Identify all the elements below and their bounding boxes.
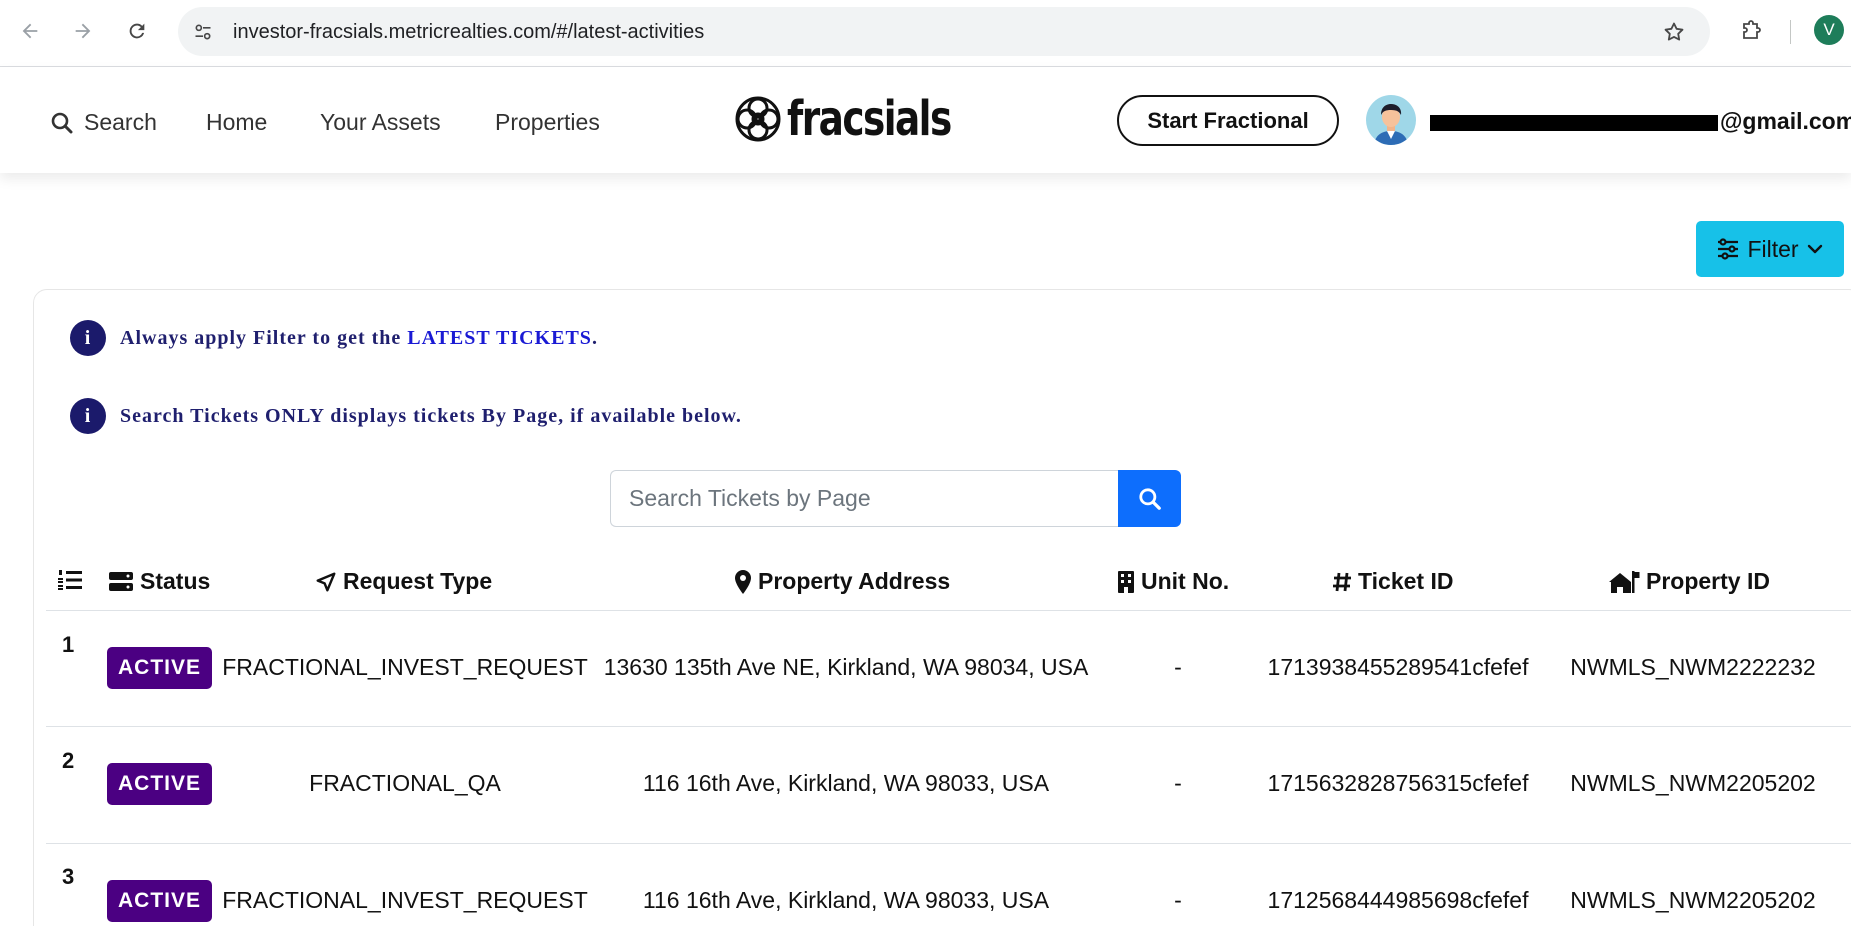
user-avatar[interactable] [1366, 95, 1416, 145]
site-info-icon[interactable] [190, 19, 216, 45]
start-fractional-button[interactable]: Start Fractional [1117, 95, 1339, 146]
server-icon [109, 571, 133, 591]
request-type-cell: FRACTIONAL_INVEST_REQUEST [222, 887, 588, 913]
address-cell: 116 16th Ave, Kirkland, WA 98033, USA [642, 887, 1050, 913]
column-unit-no[interactable]: Unit No. [1117, 568, 1229, 595]
numbered-list-icon [58, 570, 82, 590]
nav-search-label: Search [84, 109, 157, 135]
search-icon [1138, 487, 1161, 510]
nav-search[interactable]: Search [50, 109, 157, 136]
address-bar[interactable]: investor-fracsials.metricrealties.com/#/… [178, 7, 1710, 56]
site-header: Search Home Your Assets Properties fracs… [0, 67, 1851, 173]
map-pin-icon [735, 569, 751, 594]
redacted-email-part [1430, 114, 1718, 131]
building-icon [1118, 570, 1134, 593]
unit-cell: - [1174, 887, 1182, 913]
property-id-cell: NWMLS_NWM2205202 [1570, 887, 1816, 913]
nav-properties[interactable]: Properties [495, 109, 600, 136]
address-cell: 116 16th Ave, Kirkland, WA 98033, USA [642, 770, 1050, 796]
forward-arrow-icon [75, 23, 91, 39]
browser-toolbar: investor-fracsials.metricrealties.com/#/… [0, 0, 1851, 67]
address-cell: 13630 135th Ave NE, Kirkland, WA 98034, … [603, 654, 1089, 680]
profile-avatar-button[interactable]: V [1814, 15, 1844, 45]
fracsials-logo[interactable]: fracsials [733, 89, 997, 149]
logo-text: fracsials [787, 91, 952, 147]
property-id-cell: NWMLS_NWM2222232 [1570, 654, 1816, 680]
column-property-address[interactable]: Property Address [734, 568, 950, 595]
toolbar-divider [1790, 20, 1791, 44]
status-badge: ACTIVE [107, 647, 212, 689]
hash-icon [1333, 572, 1351, 591]
notice-search-text: Search Tickets ONLY displays tickets By … [120, 404, 742, 427]
logo-knot-icon [735, 96, 781, 142]
notice-filter: i Always apply Filter to get the LATEST … [70, 320, 598, 356]
notice-filter-highlight: LATEST TICKETS [407, 326, 592, 349]
unit-cell: - [1174, 654, 1182, 680]
notice-filter-prefix: Always apply Filter to get the [120, 326, 408, 349]
reload-icon [129, 23, 145, 39]
nav-home[interactable]: Home [206, 109, 267, 136]
column-status[interactable]: Status [108, 568, 210, 595]
request-type-cell: FRACTIONAL_INVEST_REQUEST [222, 654, 588, 680]
forward-button[interactable] [65, 13, 101, 49]
reload-button[interactable] [119, 13, 155, 49]
ticket-search-button[interactable] [1118, 470, 1181, 527]
column-property-address-label: Property Address [758, 568, 951, 594]
column-ticket-id[interactable]: Ticket ID [1332, 568, 1453, 595]
ticket-search-input[interactable] [610, 470, 1118, 527]
column-property-id[interactable]: Property ID [1608, 568, 1770, 595]
tickets-card [33, 289, 1851, 926]
info-icon: i [70, 320, 106, 356]
info-icon: i [70, 398, 106, 434]
back-arrow-icon [22, 23, 38, 39]
extensions-button[interactable] [1733, 13, 1769, 49]
email-domain: @gmail.com [1720, 108, 1851, 134]
notice-filter-text: Always apply Filter to get the LATEST TI… [120, 327, 598, 350]
notice-filter-suffix: . [591, 326, 598, 349]
column-unit-no-label: Unit No. [1141, 568, 1230, 594]
location-arrow-icon [316, 572, 336, 591]
property-id-cell: NWMLS_NWM2205202 [1570, 770, 1816, 796]
house-flag-icon [1609, 570, 1640, 593]
ticket-id-cell: 1715632828756315cfefef [1267, 770, 1529, 796]
user-email[interactable]: @gmail.com [1430, 108, 1851, 135]
puzzle-icon [1743, 20, 1761, 39]
nav-your-assets[interactable]: Your Assets [320, 109, 441, 136]
request-type-cell: FRACTIONAL_QA [309, 770, 501, 796]
column-ticket-id-label: Ticket ID [1358, 568, 1454, 594]
column-status-label: Status [140, 568, 211, 594]
column-request-type[interactable]: Request Type [315, 568, 492, 595]
ticket-search [610, 470, 1181, 527]
table-header-divider [46, 610, 1851, 611]
url-text: investor-fracsials.metricrealties.com/#/… [233, 21, 705, 43]
notice-search: i Search Tickets ONLY displays tickets B… [70, 398, 742, 434]
bookmark-star-icon[interactable] [1660, 18, 1688, 46]
row-number: 1 [62, 632, 75, 657]
ticket-id-cell: 1712568444985698cfefef [1267, 887, 1529, 913]
sliders-icon [1718, 238, 1739, 260]
column-index[interactable] [57, 568, 83, 592]
back-button[interactable] [12, 13, 48, 49]
row-divider [46, 726, 1851, 727]
filter-button[interactable]: Filter [1696, 221, 1844, 277]
search-icon [51, 112, 73, 133]
filter-label: Filter [1747, 235, 1799, 262]
chevron-down-icon [1807, 244, 1822, 254]
row-number: 3 [62, 864, 75, 889]
row-number: 2 [62, 748, 75, 773]
row-divider [46, 843, 1851, 844]
unit-cell: - [1174, 770, 1182, 796]
ticket-id-cell: 1713938455289541cfefef [1267, 654, 1529, 680]
column-property-id-label: Property ID [1646, 568, 1770, 594]
status-badge: ACTIVE [107, 880, 212, 922]
column-request-type-label: Request Type [343, 568, 493, 594]
status-badge: ACTIVE [107, 763, 212, 805]
